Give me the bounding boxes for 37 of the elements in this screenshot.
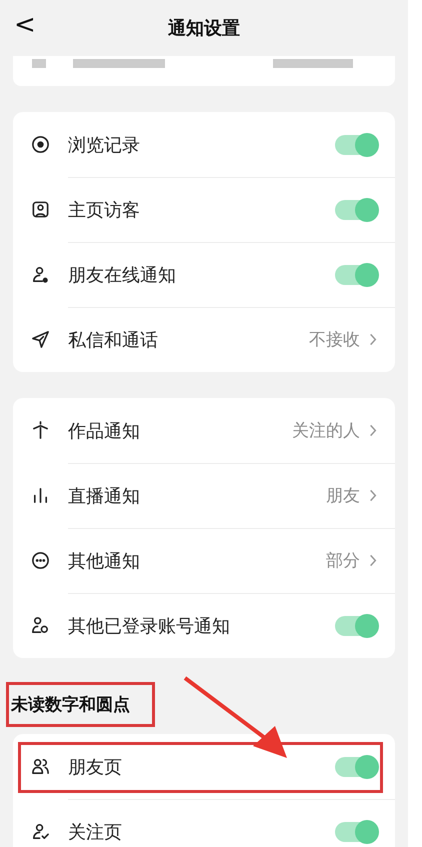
setting-label: 私信和通话 [68, 328, 159, 352]
setting-label: 作品通知 [68, 420, 141, 442]
toggle-switch[interactable] [335, 756, 377, 776]
setting-label: 其他通知 [68, 550, 141, 572]
toggle-switch[interactable] [335, 822, 377, 842]
back-button[interactable]: < [10, 10, 40, 40]
setting-label: 关注页 [68, 820, 123, 844]
people-icon [31, 616, 50, 635]
chevron-icon [369, 554, 377, 567]
portrait-icon [31, 200, 50, 219]
sparkle-icon [31, 421, 50, 440]
friends-icon [31, 757, 50, 776]
setting-value[interactable]: 部分 [326, 549, 360, 572]
person-check-icon [31, 822, 50, 841]
setting-label: 主页访客 [68, 198, 141, 222]
toggle-switch[interactable] [335, 264, 377, 284]
toggle-switch[interactable] [335, 134, 377, 154]
setting-label: 其他已登录账号通知 [68, 614, 231, 638]
person-dot-icon [31, 265, 50, 284]
page-title: 通知设置 [168, 17, 240, 40]
chevron-icon [369, 424, 377, 437]
setting-label: 直播通知 [68, 484, 141, 508]
setting-label: 朋友在线通知 [68, 264, 177, 286]
chevron-icon [369, 489, 377, 502]
setting-value[interactable]: 不接收 [309, 328, 360, 351]
eye-icon [31, 135, 50, 154]
toggle-switch[interactable] [335, 616, 377, 636]
setting-label: 朋友页 [68, 756, 123, 778]
toggle-switch[interactable] [335, 200, 377, 220]
setting-value[interactable]: 朋友 [326, 484, 360, 507]
chevron-icon [369, 333, 377, 346]
send-icon [31, 330, 50, 349]
setting-label: 浏览记录 [68, 134, 141, 156]
setting-value[interactable]: 关注的人 [292, 419, 360, 442]
more-icon [31, 551, 50, 570]
section-heading: 未读数字和圆点 [6, 682, 155, 726]
bars-icon [31, 486, 50, 505]
